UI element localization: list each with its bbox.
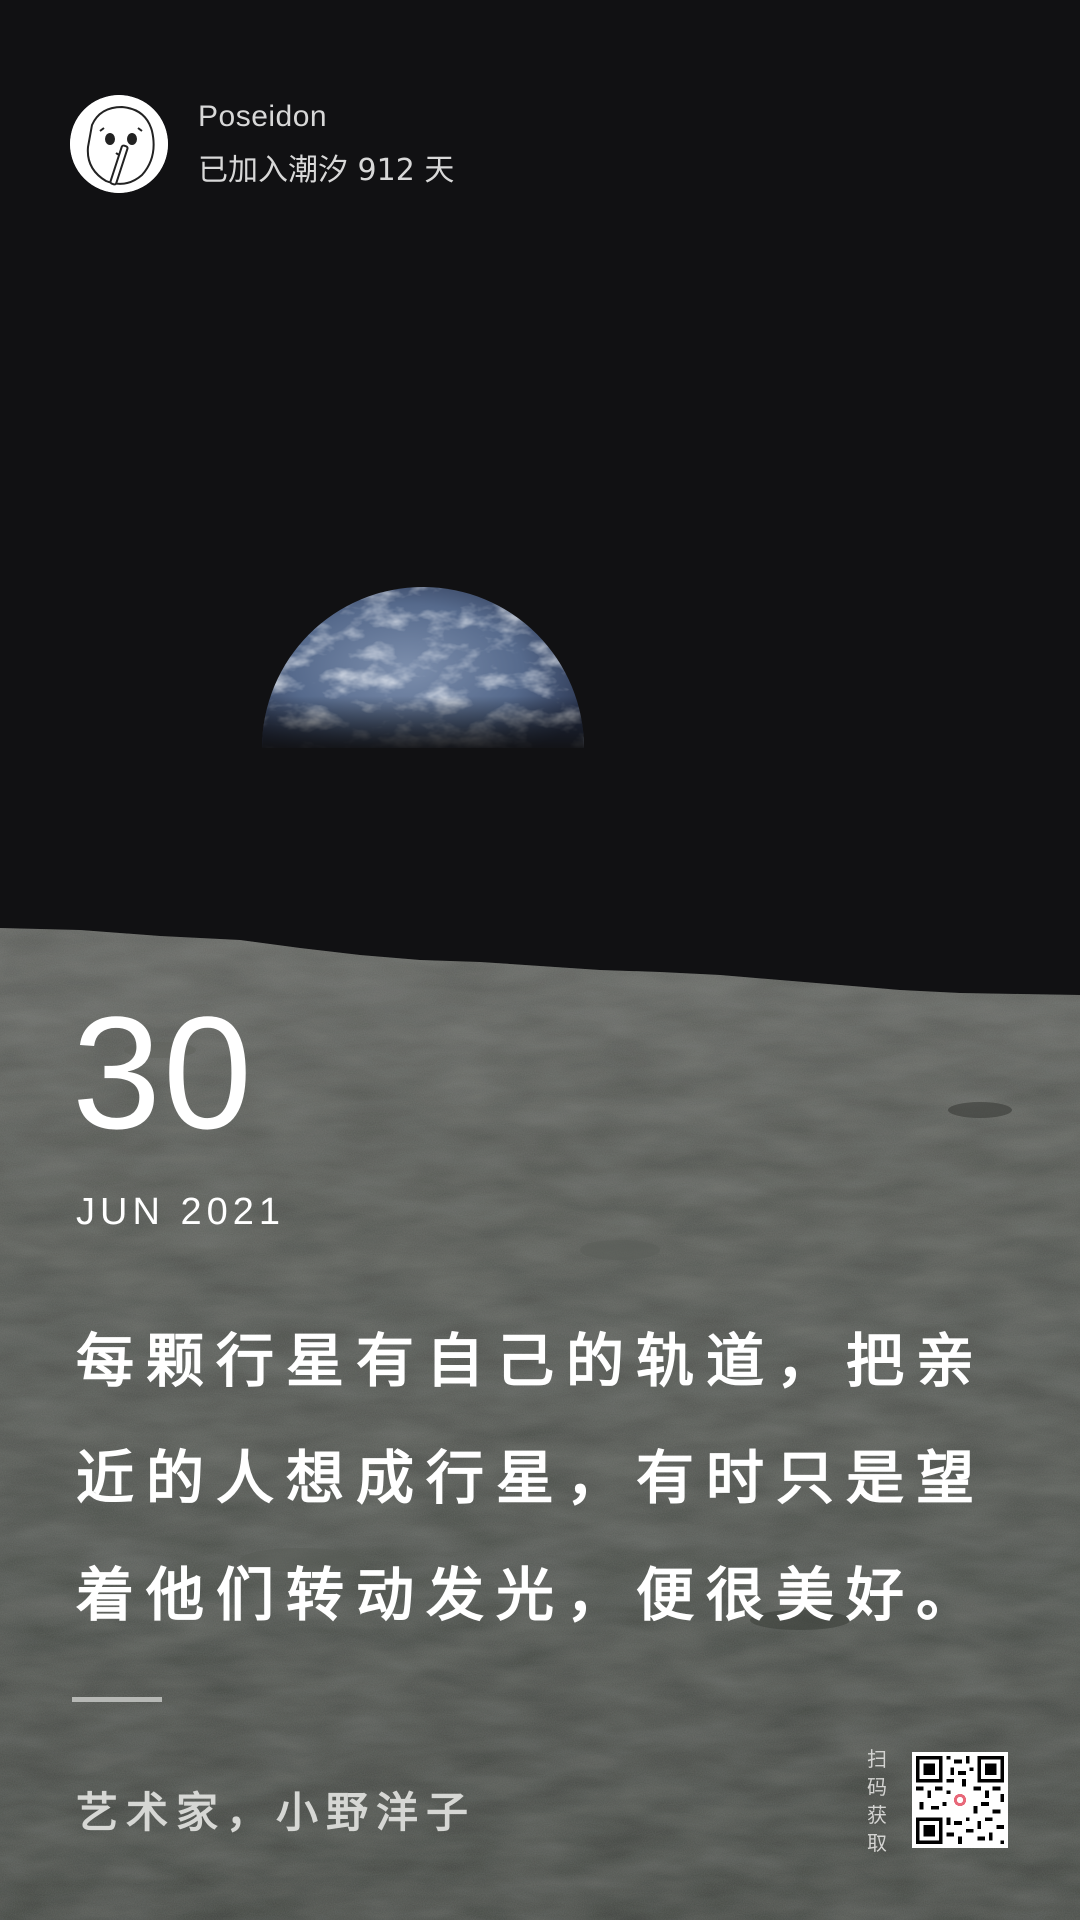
joined-days-text: 已加入潮汐 912 天	[198, 153, 455, 188]
quote-author: 艺术家，小野洋子	[76, 1788, 477, 1837]
qr-code-icon	[912, 1752, 1008, 1848]
date-month-year: JUN 2021	[76, 1191, 285, 1233]
quote-text: 每颗行星有自己的轨道，把亲 近的人想成行星，有时只是望 着他们转动发光，便很美好…	[76, 1303, 996, 1654]
poster-card: Poseidon 已加入潮汐 912 天 30 JUN 2021 每颗行星有自己…	[0, 0, 1080, 1920]
user-header: Poseidon 已加入潮汐 912 天	[70, 95, 454, 193]
scan-qr-label: 扫码获取	[867, 1747, 887, 1855]
divider	[72, 1697, 162, 1702]
user-info: Poseidon 已加入潮汐 912 天	[198, 97, 454, 191]
earth-image	[262, 587, 584, 748]
date-day: 30	[72, 983, 254, 1162]
cartoon-face-icon	[70, 95, 168, 193]
quote-line: 近的人想成行星，有时只是望	[76, 1444, 987, 1512]
avatar[interactable]	[70, 95, 168, 193]
quote-line: 着他们转动发光，便很美好。	[76, 1561, 987, 1629]
username[interactable]: Poseidon	[198, 97, 454, 137]
qr-code[interactable]	[912, 1752, 1008, 1848]
quote-line: 每颗行星有自己的轨道，把亲	[76, 1327, 987, 1395]
